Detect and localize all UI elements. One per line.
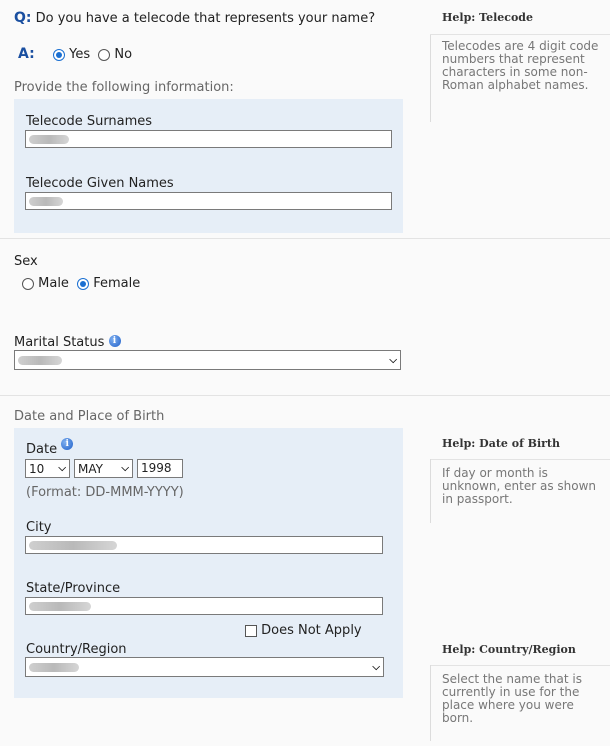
state-input[interactable] (25, 597, 383, 615)
help-topic: Telecode (479, 11, 533, 24)
state-label: State/Province (26, 581, 121, 596)
does-not-apply-label[interactable]: Does Not Apply (261, 623, 361, 638)
birth-day-select[interactable]: 10 ⌵ (25, 459, 70, 478)
section-divider (0, 238, 610, 239)
chevron-down-icon: ⌵ (389, 354, 397, 366)
marital-status-label: Marital Status i (14, 335, 121, 350)
birth-day-value: 10 (29, 461, 45, 476)
country-select[interactable]: ⌵ (25, 657, 384, 677)
section-divider (0, 395, 610, 396)
does-not-apply-checkbox[interactable] (245, 624, 257, 637)
help-telecode-title: Help: Telecode (442, 11, 533, 24)
chevron-down-icon: ⌵ (121, 463, 129, 474)
sex-label: Sex (14, 254, 38, 269)
marital-status-text: Marital Status (14, 335, 105, 350)
help-prefix: Help: (442, 643, 476, 656)
help-dob-divider (430, 459, 431, 523)
help-dob-body: If day or month is unknown, enter as sho… (442, 466, 597, 506)
telecode-no-radio[interactable] (98, 48, 111, 61)
sex-options: Male Female (22, 276, 140, 291)
telecode-no-label[interactable]: No (114, 47, 132, 62)
telecode-question: Q: Do you have a telecode that represent… (14, 10, 375, 26)
birth-month-select[interactable]: MAY ⌵ (74, 459, 133, 478)
info-icon[interactable]: i (61, 438, 74, 450)
info-icon[interactable]: i (108, 335, 121, 347)
help-telecode-divider (430, 34, 431, 122)
telecode-given-names-input[interactable] (25, 192, 392, 210)
help-prefix: Help: (442, 437, 476, 450)
birth-panel: Date i 10 ⌵ MAY ⌵ 1998 (Format: DD-MMM-Y… (14, 428, 403, 698)
answer-prefix: A: (18, 46, 35, 62)
city-input[interactable] (25, 536, 383, 554)
question-text: Do you have a telecode that represents y… (35, 11, 376, 26)
help-country-rule (430, 665, 610, 666)
birth-month-value: MAY (78, 461, 103, 476)
sex-female-radio[interactable] (77, 277, 90, 290)
help-dob-title: Help: Date of Birth (442, 437, 560, 450)
help-topic: Date of Birth (479, 437, 560, 450)
help-topic: Country/Region (479, 643, 576, 656)
telecode-surnames-input[interactable] (25, 130, 392, 148)
country-label: Country/Region (26, 642, 127, 657)
date-format-hint: (Format: DD-MMM-YYYY) (26, 485, 184, 500)
telecode-yes-radio[interactable] (52, 48, 65, 61)
help-country-body: Select the name that is currently in use… (442, 672, 582, 725)
sex-female-label[interactable]: Female (93, 276, 140, 291)
telecode-surnames-label: Telecode Surnames (26, 114, 153, 129)
does-not-apply-option: Does Not Apply (245, 623, 362, 638)
sex-male-label[interactable]: Male (38, 276, 69, 291)
chevron-down-icon: ⌵ (372, 661, 380, 673)
date-label-text: Date (26, 442, 58, 457)
telecode-yes-label[interactable]: Yes (69, 47, 90, 62)
telecode-given-names-label: Telecode Given Names (26, 176, 174, 191)
provide-info-text: Provide the following information: (14, 80, 234, 95)
help-country-title: Help: Country/Region (442, 643, 576, 656)
telecode-panel: Telecode Surnames Telecode Given Names (14, 99, 403, 233)
marital-status-select[interactable]: ⌵ (14, 350, 401, 370)
question-prefix: Q: (14, 10, 32, 26)
help-dob-rule (430, 459, 610, 460)
telecode-answer: A: Yes No (18, 46, 132, 62)
date-label: Date i (26, 438, 74, 457)
chevron-down-icon: ⌵ (58, 463, 66, 474)
city-label: City (26, 520, 52, 535)
help-telecode-body: Telecodes are 4 digit code numbers that … (442, 39, 599, 92)
sex-male-radio[interactable] (22, 277, 34, 290)
help-country-divider (430, 665, 431, 741)
help-prefix: Help: (442, 11, 476, 24)
help-telecode-rule (430, 34, 610, 35)
birth-year-input[interactable]: 1998 (137, 459, 183, 478)
birth-section-label: Date and Place of Birth (14, 409, 165, 424)
